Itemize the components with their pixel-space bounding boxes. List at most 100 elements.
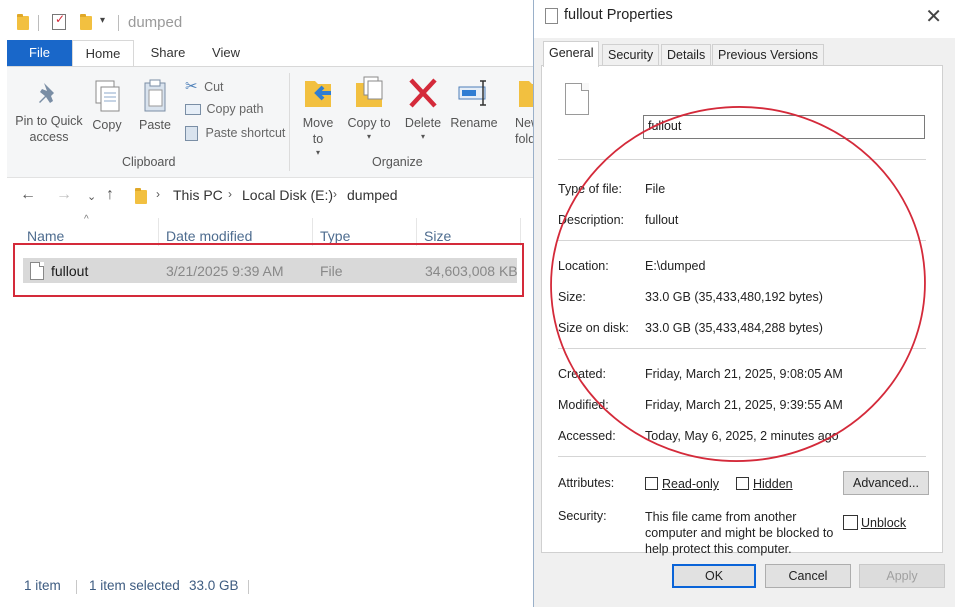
copy-label: Copy (92, 118, 122, 132)
tab-home[interactable]: Home (72, 40, 134, 66)
scissors-icon: ✂ (185, 78, 198, 95)
status-selected-size: 33.0 GB (189, 578, 239, 593)
security-label: Security: (558, 509, 607, 523)
pin-label: Pin to Quick access (15, 114, 83, 144)
tab-general[interactable]: General (543, 41, 600, 67)
file-name-input[interactable]: fullout (643, 115, 925, 139)
created-value: Friday, March 21, 2025, 9:08:05 AM (645, 367, 843, 381)
back-arrow-icon[interactable]: ← (20, 186, 36, 204)
status-item-count: 1 item (24, 578, 61, 593)
divider (558, 456, 926, 457)
folder-icon[interactable] (17, 14, 29, 30)
modified-value: Friday, March 21, 2025, 9:39:55 AM (645, 398, 843, 412)
hidden-checkbox[interactable] (736, 477, 749, 490)
delete-button[interactable]: Delete ▾ (401, 75, 445, 145)
breadcrumb-local-disk[interactable]: Local Disk (E:) (242, 187, 333, 203)
read-only-checkbox[interactable] (645, 477, 658, 490)
tab-previous-versions[interactable]: Previous Versions (712, 44, 825, 65)
breadcrumb-chevron-icon[interactable]: › (156, 187, 160, 201)
size-on-disk-value: 33.0 GB (35,433,484,288 bytes) (645, 321, 823, 335)
tab-share[interactable]: Share (142, 40, 194, 66)
column-divider[interactable] (520, 218, 521, 246)
unblock-label[interactable]: Unblock (861, 516, 906, 530)
ok-button[interactable]: OK (672, 564, 756, 588)
copy-icon (95, 80, 120, 112)
dialog-body: General Security Details Previous Versio… (534, 38, 955, 607)
customize-toolbar-icon[interactable]: ▾ (100, 15, 105, 26)
ribbon-separator (289, 73, 290, 171)
unblock-checkbox[interactable] (843, 515, 858, 530)
security-message-line: help protect this computer. (645, 542, 792, 556)
dialog-file-icon (545, 8, 558, 24)
paste-shortcut-icon (185, 126, 198, 142)
column-header-name[interactable]: Name (27, 228, 64, 244)
move-to-button[interactable]: Move to ▾ (298, 75, 338, 161)
file-explorer-window: ✓ ▾ dumped File Home Share View Pin to Q… (0, 0, 546, 607)
cancel-button[interactable]: Cancel (765, 564, 851, 588)
cut-button[interactable]: ✂ Cut (185, 77, 224, 95)
general-panel: fullout Type of file: File Description: … (541, 65, 943, 556)
divider (558, 159, 926, 160)
column-header-type[interactable]: Type (320, 228, 350, 244)
type-label: Type of file: (558, 182, 622, 196)
size-label: Size: (558, 290, 586, 304)
copy-to-button[interactable]: Copy to ▾ (347, 75, 391, 145)
dialog-title: fullout Properties (564, 7, 673, 23)
breadcrumb-chevron-icon[interactable]: › (228, 187, 232, 201)
window-title: dumped (128, 14, 183, 31)
paste-icon (144, 79, 166, 112)
tab-security[interactable]: Security (602, 44, 660, 65)
read-only-label[interactable]: Read-only (662, 477, 719, 491)
sort-ascending-icon: ^ (84, 214, 89, 225)
delete-dropdown-icon: ▾ (420, 132, 425, 141)
tab-file[interactable]: File (7, 40, 72, 66)
quick-access-toolbar: ✓ ▾ dumped (0, 0, 540, 40)
column-header-size[interactable]: Size (424, 228, 451, 244)
accessed-value: Today, May 6, 2025, 2 minutes ago (645, 429, 839, 443)
location-value: E:\dumped (645, 259, 706, 273)
copy-button[interactable]: Copy (89, 79, 125, 133)
size-on-disk-label: Size on disk: (558, 321, 629, 335)
up-arrow-icon[interactable]: ↑ (106, 186, 114, 204)
new-folder-icon[interactable] (80, 14, 92, 30)
toolbar-separator (118, 15, 119, 31)
close-icon[interactable]: ✕ (925, 4, 942, 29)
toolbar-separator (38, 15, 39, 31)
security-message-line: This file came from another (645, 510, 797, 524)
description-label: Description: (558, 213, 624, 227)
copy-path-icon (185, 104, 201, 116)
rename-icon (458, 80, 486, 106)
ribbon: Pin to Quick access Copy Paste ✂ Cut Cop… (7, 66, 546, 178)
attributes-label: Attributes: (558, 476, 615, 490)
copy-to-icon (356, 76, 383, 107)
breadcrumb-chevron-icon[interactable]: › (333, 187, 337, 201)
paste-button[interactable]: Paste (135, 79, 175, 133)
accessed-label: Accessed: (558, 429, 616, 443)
copy-path-button[interactable]: Copy path (185, 102, 263, 116)
advanced-button[interactable]: Advanced... (843, 471, 929, 495)
properties-icon[interactable]: ✓ (52, 12, 66, 30)
copy-path-label: Copy path (206, 102, 264, 116)
column-divider[interactable] (158, 218, 159, 246)
column-header-date-modified[interactable]: Date modified (166, 228, 252, 244)
breadcrumb-this-pc[interactable]: This PC (173, 187, 223, 203)
tab-view[interactable]: View (203, 40, 249, 66)
pin-to-quick-access-button[interactable]: Pin to Quick access (13, 79, 85, 145)
rename-label: Rename (450, 116, 498, 130)
status-separator (248, 580, 249, 594)
delete-icon (409, 78, 437, 108)
recent-locations-chevron-icon[interactable]: ⌄ (87, 190, 96, 203)
red-highlight-rectangle (13, 243, 524, 297)
forward-arrow-icon[interactable]: → (56, 186, 72, 204)
paste-shortcut-button[interactable]: Paste shortcut (185, 126, 285, 142)
rename-button[interactable]: Rename (448, 75, 500, 131)
tab-details[interactable]: Details (661, 44, 712, 65)
column-divider[interactable] (312, 218, 313, 246)
status-separator (76, 580, 77, 594)
apply-button[interactable]: Apply (859, 564, 945, 588)
breadcrumb-dumped[interactable]: dumped (347, 187, 398, 203)
hidden-label[interactable]: Hidden (753, 477, 793, 491)
column-divider[interactable] (416, 218, 417, 246)
properties-dialog: fullout Properties ✕ General Security De… (533, 0, 956, 607)
move-to-icon (305, 81, 331, 107)
